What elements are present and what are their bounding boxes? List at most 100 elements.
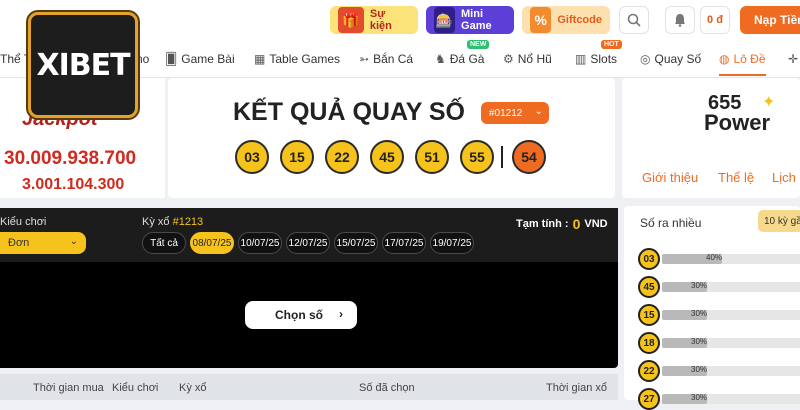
chevron-down-icon: ⌄: [534, 106, 543, 117]
giftcode-label: Giftcode: [557, 14, 602, 26]
nav-item-quay-so[interactable]: ◎ Quay Số: [640, 52, 701, 66]
search-icon: [627, 13, 641, 27]
frequency-row: 27 30%: [638, 388, 800, 410]
nav-item-da-ga[interactable]: NEW ♞ Đá Gà: [435, 40, 490, 66]
game-info-card: 655 ✦ Power Giới thiệu Thể lệ Lịch: [622, 78, 800, 198]
power-ball: 54: [512, 140, 546, 174]
date-filter[interactable]: 10/07/25: [238, 232, 282, 254]
hot-badge: HOT: [601, 40, 622, 49]
jackpot-secondary: 3.001.104.300: [22, 176, 125, 193]
frequency-percent: 30%: [691, 309, 708, 318]
frequency-ball: 45: [638, 276, 660, 298]
new-badge: NEW: [467, 40, 490, 49]
result-ball: 03: [235, 140, 269, 174]
date-filter[interactable]: 19/07/25: [430, 232, 474, 254]
choose-numbers-button[interactable]: Chọn số ›: [245, 301, 357, 329]
result-card: KẾT QUẢ QUAY SỐ #01212 ⌄ 03 15 22 45 51 …: [168, 78, 615, 198]
date-filter[interactable]: 08/07/25: [190, 232, 234, 254]
frequency-percent: 40%: [706, 253, 723, 262]
col-draw: Kỳ xổ: [179, 382, 207, 394]
deposit-button[interactable]: Nạp Tiền: [740, 6, 800, 34]
nav-item-game-bai[interactable]: 🂠 Game Bài: [165, 52, 235, 66]
result-title: KẾT QUẢ QUAY SỐ: [233, 98, 465, 126]
coupon-icon: %: [530, 7, 552, 33]
giftcode-promo-button[interactable]: % Giftcode: [522, 6, 610, 34]
frequency-ball: 27: [638, 388, 660, 410]
date-filter-all[interactable]: Tất cả: [142, 232, 186, 254]
logo-text: XIBET: [36, 47, 130, 83]
frequency-bar: 30%: [662, 309, 800, 320]
play-controls: Kiểu chơi Đơn ⌄ Kỳ xổ #1213 Tất cả 08/07…: [0, 208, 618, 262]
frequency-bar: 30%: [662, 365, 800, 376]
bell-icon: [675, 14, 685, 27]
plus-icon: ✛: [788, 52, 799, 66]
draw-select-value: #01212: [489, 107, 523, 119]
frequency-card: Số ra nhiều 10 kỳ gần 03 40% 45 30% 15 30% 18 3…: [624, 206, 800, 410]
frequency-bar: 30%: [662, 337, 800, 348]
nav-label: Slots: [590, 52, 618, 66]
notification-button[interactable]: [665, 6, 695, 34]
mini-game-promo-button[interactable]: 🎰 Mini Game: [426, 6, 514, 34]
col-play-type: Kiểu chơi: [112, 382, 159, 394]
cards-icon: 🂠: [165, 52, 178, 66]
history-table-header: Thời gian mua Kiểu chơi Kỳ xổ Số đã chọn…: [0, 374, 618, 400]
nav-label: Lô Đề: [733, 52, 766, 66]
col-chosen-numbers: Số đã chọn: [359, 382, 415, 394]
nav-item-table-games[interactable]: ▦ Table Games: [254, 52, 340, 66]
frequency-row: 15 30%: [638, 304, 800, 326]
nav-item-no-hu[interactable]: ⚙ Nổ Hũ: [503, 52, 552, 66]
search-button[interactable]: [619, 6, 649, 34]
frequency-range-select[interactable]: 10 kỳ gần: [758, 210, 800, 232]
draw-select[interactable]: #01212 ⌄: [481, 102, 549, 124]
chevron-down-icon: ⌄: [69, 236, 78, 247]
nav-label: Quay Số: [654, 52, 702, 66]
result-ball: 15: [280, 140, 314, 174]
nav-label: Bắn Cá: [373, 52, 414, 66]
frequency-percent: 30%: [691, 337, 708, 346]
power-separator: [501, 146, 503, 168]
frequency-row: 22 30%: [638, 360, 800, 382]
frequency-bar: 30%: [662, 393, 800, 404]
event-promo-button[interactable]: 🎁 Sự kiện: [330, 6, 418, 34]
nav-item-lo-de[interactable]: ◍ Lô Đề: [719, 52, 766, 76]
tab-intro[interactable]: Giới thiệu: [642, 170, 698, 185]
lo-de-icon: ◍: [719, 52, 730, 66]
frequency-row: 18 30%: [638, 332, 800, 354]
date-filter[interactable]: 15/07/25: [334, 232, 378, 254]
sparkle-icon: ✦: [762, 94, 776, 111]
nav-item-ban-ca[interactable]: ➳ Bắn Cá: [359, 52, 413, 66]
frequency-ball: 03: [638, 248, 660, 270]
slot-machine-icon: 🎰: [434, 7, 456, 33]
draw-label-group: Kỳ xổ #1213: [142, 216, 203, 228]
col-purchase-time: Thời gian mua: [33, 382, 104, 394]
nav-item-slots[interactable]: HOT ▥ Slots: [575, 40, 622, 66]
play-type-label: Kiểu chơi: [0, 216, 47, 228]
frequency-title: Số ra nhiều: [640, 216, 702, 230]
mini-game-label: Mini Game: [461, 8, 492, 32]
tab-schedule[interactable]: Lịch: [772, 170, 796, 185]
frequency-row: 03 40%: [638, 248, 800, 270]
col-draw-time: Thời gian xổ: [546, 382, 608, 394]
result-ball: 45: [370, 140, 404, 174]
frequency-bar: 30%: [662, 281, 800, 292]
play-type-select[interactable]: Đơn ⌄: [0, 232, 86, 254]
brand-logo[interactable]: XIBET: [28, 12, 138, 118]
nav-label: Đá Gà: [449, 52, 485, 66]
frequency-row: 45 30%: [638, 276, 800, 298]
chevron-right-icon: ›: [339, 307, 343, 321]
jackpot-icon: ⚙: [503, 52, 514, 66]
balance-display: 0 đ: [700, 6, 730, 34]
result-ball: 55: [460, 140, 494, 174]
choose-label: Chọn số: [275, 308, 323, 322]
slots-icon: ▥: [575, 52, 587, 66]
gift-icon: 🎁: [338, 7, 364, 33]
play-panel: Kiểu chơi Đơn ⌄ Kỳ xổ #1213 Tất cả 08/07…: [0, 208, 618, 368]
nav-more-button[interactable]: ✛: [788, 52, 798, 66]
date-filter[interactable]: 12/07/25: [286, 232, 330, 254]
estimate-value: 0: [572, 216, 581, 232]
draw-label: Kỳ xổ: [142, 216, 170, 228]
frequency-bar: 40%: [662, 253, 800, 264]
date-filter[interactable]: 17/07/25: [382, 232, 426, 254]
frequency-ball: 18: [638, 332, 660, 354]
tab-rules[interactable]: Thể lệ: [718, 170, 754, 185]
